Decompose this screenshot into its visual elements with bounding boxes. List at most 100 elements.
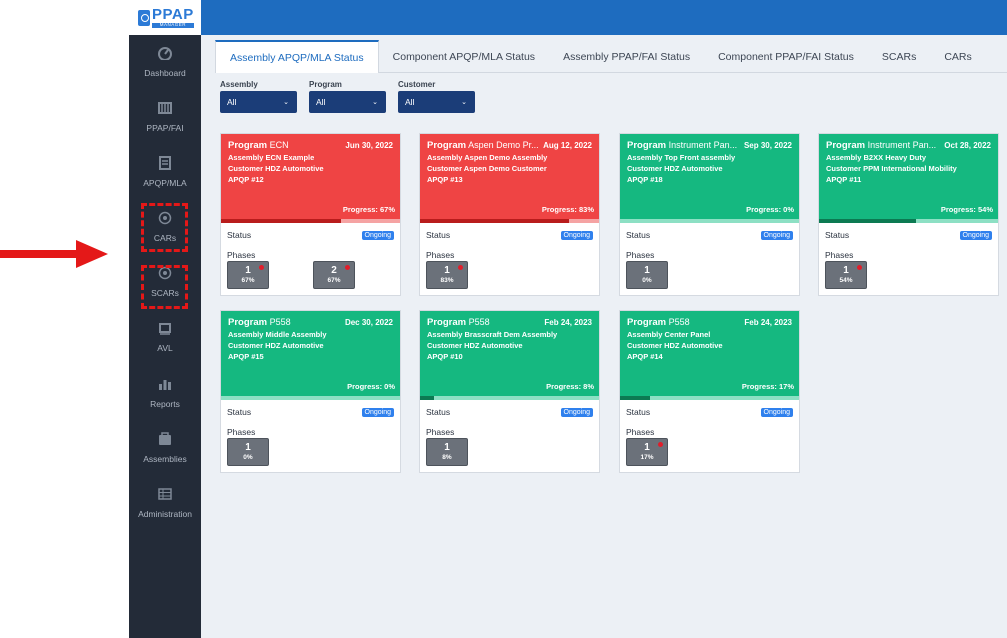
card-program: Program Aspen Demo Pr... — [427, 140, 539, 151]
card-progress-text: Progress: 17% — [741, 382, 794, 391]
card-apqp-number: APQP #15 — [228, 352, 264, 361]
phase-button[interactable]: 1 54% — [825, 261, 867, 289]
phase-percent: 17% — [640, 454, 654, 461]
phase-percent: 83% — [440, 277, 454, 284]
card-header: Program Aspen Demo Pr... Aug 12, 2022 Asse… — [420, 134, 599, 219]
tab-assembly-apqp-mla-status[interactable]: Assembly APQP/MLA Status — [215, 40, 379, 73]
app-window: PPAP MANAGER Dashboard PPAP/FAI APQP/MLA CA… — [0, 0, 1007, 638]
card-assembly: Assembly Top Front assembly — [627, 153, 736, 162]
phase-list: 1 8% — [426, 438, 593, 466]
status-tabs: Assembly APQP/MLA Status Component APQP/M… — [215, 40, 1007, 73]
apqp-card[interactable]: Program Aspen Demo Pr... Aug 12, 2022 Asse… — [419, 133, 600, 296]
bar-chart-icon — [159, 380, 171, 390]
assembly-select[interactable]: All ⌄ — [220, 91, 297, 113]
phase-number: 1 — [644, 265, 650, 276]
sidebar-item-assemblies[interactable]: Assemblies — [129, 432, 201, 478]
card-apqp-number: APQP #18 — [627, 175, 663, 184]
card-program: Program Instrument Pan... — [826, 140, 937, 151]
card-customer: Customer PPM International Mobility — [826, 164, 957, 173]
progress-bar-fill — [620, 396, 651, 400]
logo-subtext: MANAGER — [152, 23, 194, 28]
apqp-card[interactable]: Program P558 Feb 24, 2023 Assembly Center … — [619, 310, 800, 473]
phase-button[interactable]: 1 17% — [626, 438, 668, 466]
phase-list: 1 17% — [626, 438, 793, 466]
phase-button[interactable]: 1 67% — [227, 261, 269, 289]
apqp-card[interactable]: Program ECN Jun 30, 2022 Assembly ECN Exam… — [220, 133, 401, 296]
phase-list: 1 0% — [227, 438, 394, 466]
top-bar — [201, 0, 1007, 35]
tab-component-ppap-fai-status[interactable]: Component PPAP/FAI Status — [704, 40, 868, 73]
card-assembly: Assembly Aspen Demo Assembly — [427, 153, 548, 162]
card-program: Program P558 — [627, 317, 690, 328]
phase-list: 1 54% — [825, 261, 992, 289]
card-customer: Customer HDZ Automotive — [228, 164, 324, 173]
card-assembly: Assembly B2XX Heavy Duty — [826, 153, 927, 162]
chevron-down-icon: ⌄ — [461, 99, 467, 106]
card-customer: Customer Aspen Demo Customer — [427, 164, 547, 173]
tab-assembly-ppap-fai-status[interactable]: Assembly PPAP/FAI Status — [549, 40, 704, 73]
logo[interactable]: PPAP MANAGER — [129, 0, 201, 35]
sidebar: PPAP MANAGER Dashboard PPAP/FAI APQP/MLA CA… — [129, 0, 201, 638]
progress-bar-fill — [819, 219, 916, 223]
program-select[interactable]: All ⌄ — [309, 91, 386, 113]
sidebar-item-apqp-mla[interactable]: APQP/MLA — [129, 156, 201, 202]
sidebar-item-administration[interactable]: Administration — [129, 487, 201, 533]
card-header: Program P558 Dec 30, 2022 Assembly Middle … — [221, 311, 400, 396]
card-date: Sep 30, 2022 — [743, 141, 792, 150]
card-progress-text: Progress: 8% — [546, 382, 594, 391]
customer-select[interactable]: All ⌄ — [398, 91, 475, 113]
phase-button[interactable]: 1 8% — [426, 438, 468, 466]
assemblies-icon — [159, 432, 171, 445]
card-date: Dec 30, 2022 — [344, 318, 393, 327]
phase-button[interactable]: 1 0% — [626, 261, 668, 289]
phase-button[interactable]: 2 67% — [313, 261, 355, 289]
phase-list: 1 0% — [626, 261, 793, 289]
apqp-card[interactable]: Program P558 Dec 30, 2022 Assembly Middle … — [220, 310, 401, 473]
card-body: Status Ongoing Phases 1 8% — [420, 400, 599, 472]
highlight-box-scars — [141, 265, 188, 309]
card-assembly: Assembly Center Panel — [627, 330, 711, 339]
alert-dot-icon — [857, 265, 862, 270]
filter-label: Customer — [398, 80, 436, 89]
phases-label: Phases — [426, 250, 455, 260]
filter-label: Assembly — [220, 80, 258, 89]
status-label: Status — [426, 230, 451, 240]
card-progress-text: Progress: 0% — [347, 382, 395, 391]
sidebar-item-ppap-fai[interactable]: PPAP/FAI — [129, 101, 201, 147]
card-header: Program P558 Feb 24, 2023 Assembly Center … — [620, 311, 799, 396]
phase-button[interactable]: 1 0% — [227, 438, 269, 466]
card-progress-text: Progress: 54% — [940, 205, 993, 214]
select-value: All — [227, 97, 237, 107]
apqp-card[interactable]: Program Instrument Pan... Sep 30, 2022 Ass… — [619, 133, 800, 296]
table-icon — [158, 488, 172, 500]
apqp-card[interactable]: Program Instrument Pan... Oct 28, 2022 Ass… — [818, 133, 999, 296]
progress-bar — [420, 396, 599, 400]
card-customer: Customer HDZ Automotive — [627, 164, 723, 173]
tab-cars[interactable]: CARs — [930, 40, 985, 73]
tab-scars[interactable]: SCARs — [868, 40, 930, 73]
alert-dot-icon — [259, 265, 264, 270]
card-apqp-number: APQP #10 — [427, 352, 463, 361]
phase-percent: 0% — [642, 277, 652, 284]
phase-number: 1 — [245, 442, 251, 453]
status-badge: Ongoing — [361, 230, 394, 240]
phase-number: 1 — [843, 265, 849, 276]
progress-bar — [420, 219, 599, 223]
sidebar-item-label: AVL — [157, 343, 173, 353]
card-progress-text: Progress: 67% — [342, 205, 395, 214]
sidebar-item-avl[interactable]: AVL — [129, 321, 201, 367]
dashboard-icon — [158, 47, 172, 60]
sidebar-item-label: APQP/MLA — [143, 178, 187, 188]
phase-button[interactable]: 1 83% — [426, 261, 468, 289]
progress-bar-fill — [420, 396, 435, 400]
tab-component-apqp-mla-status[interactable]: Component APQP/MLA Status — [379, 40, 549, 73]
sidebar-item-dashboard[interactable]: Dashboard — [129, 46, 201, 92]
status-label: Status — [825, 230, 850, 240]
apqp-card[interactable]: Program P558 Feb 24, 2023 Assembly Brasscr… — [419, 310, 600, 473]
card-program: Program Instrument Pan... — [627, 140, 738, 151]
progress-bar-fill — [420, 219, 569, 223]
avl-icon — [159, 323, 171, 335]
sidebar-item-reports[interactable]: Reports — [129, 377, 201, 423]
phase-percent: 54% — [839, 277, 853, 284]
card-program: Program P558 — [427, 317, 490, 328]
